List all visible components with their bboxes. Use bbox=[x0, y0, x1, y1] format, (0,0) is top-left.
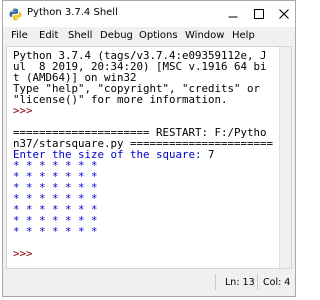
vertical-scrollbar[interactable] bbox=[279, 47, 291, 268]
menu-bar: File Edit Shell Debug Options Window Hel… bbox=[3, 27, 295, 45]
menu-window[interactable]: Window bbox=[185, 30, 224, 41]
banner-line: "license()" for more information. bbox=[13, 93, 228, 106]
status-line: Ln: 13 bbox=[225, 277, 255, 288]
menu-file[interactable]: File bbox=[11, 30, 28, 41]
status-divider bbox=[257, 274, 258, 290]
shell-prompt: >>> bbox=[13, 104, 33, 117]
title-bar[interactable]: Python 3.7.4 Shell bbox=[3, 1, 295, 27]
input-value: 7 bbox=[208, 148, 215, 161]
maximize-icon[interactable] bbox=[253, 8, 265, 20]
star-row: * * * * * * * bbox=[13, 225, 98, 238]
close-icon[interactable] bbox=[278, 8, 290, 20]
menu-options[interactable]: Options bbox=[139, 30, 178, 41]
status-divider bbox=[215, 274, 216, 290]
python-logo-icon bbox=[9, 8, 22, 21]
minimize-icon[interactable] bbox=[227, 8, 239, 20]
menu-shell[interactable]: Shell bbox=[68, 30, 92, 41]
window-title: Python 3.7.4 Shell bbox=[27, 7, 118, 18]
menu-edit[interactable]: Edit bbox=[39, 30, 58, 41]
status-col: Col: 4 bbox=[263, 277, 291, 288]
status-bar: Ln: 13 Col: 4 bbox=[3, 270, 295, 296]
shell-text-area[interactable]: Python 3.7.4 (tags/v3.7.4:e09359112e, J … bbox=[6, 46, 292, 269]
idle-shell-window: Python 3.7.4 Shell File Edit Shell Debug… bbox=[2, 0, 296, 297]
menu-help[interactable]: Help bbox=[232, 30, 255, 41]
menu-debug[interactable]: Debug bbox=[100, 30, 133, 41]
shell-prompt: >>> bbox=[13, 247, 33, 260]
